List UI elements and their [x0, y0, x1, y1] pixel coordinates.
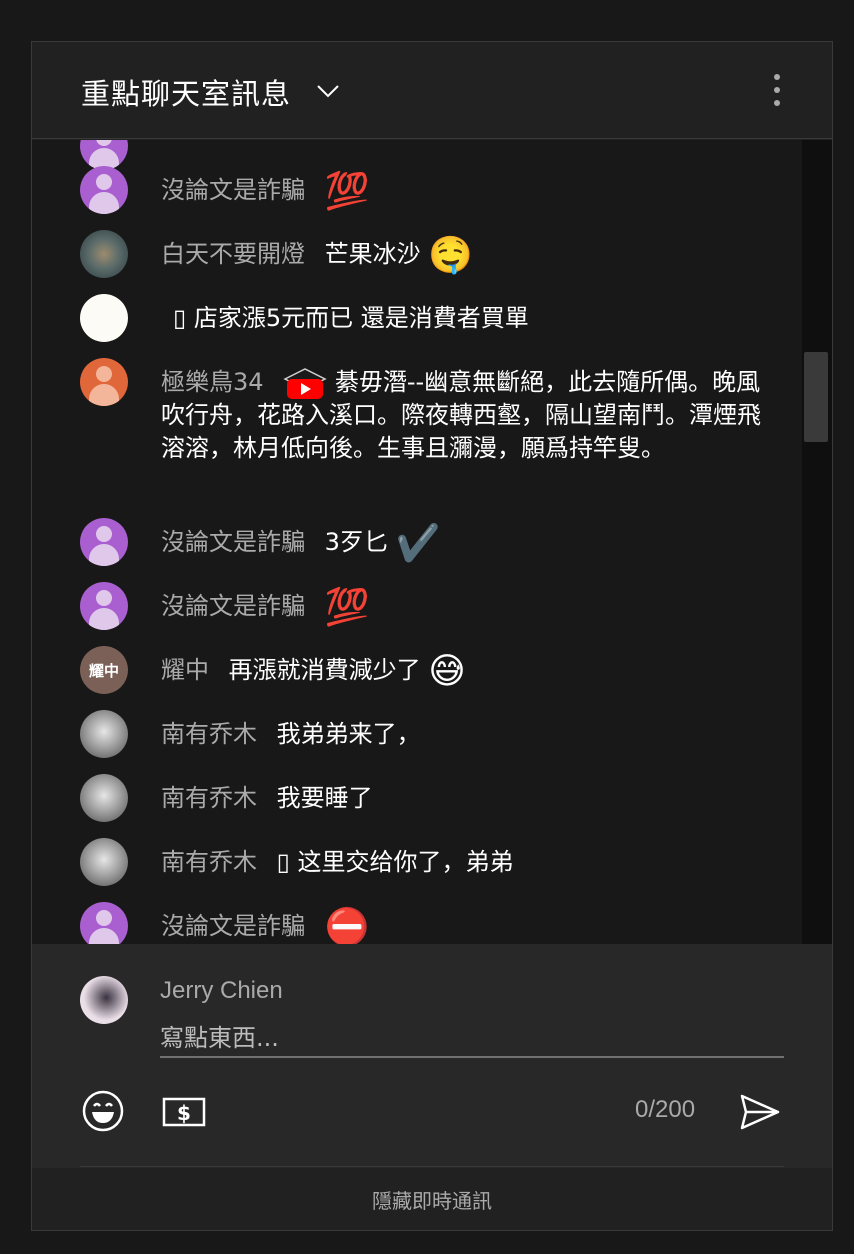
chat-mode-dropdown[interactable]: 重點聊天室訊息	[81, 71, 291, 113]
message-author[interactable]: 南有乔木	[161, 848, 257, 876]
live-chat-panel: 重點聊天室訊息 沒論文是詐騙 💯 白天不要開燈 芒果冰沙 🤤 ▯ 店家漲5元而已…	[31, 41, 833, 1231]
chevron-down-icon[interactable]	[315, 78, 341, 104]
chat-message-input[interactable]	[160, 1020, 784, 1058]
message-composer: Jerry Chien $ 0/200	[32, 944, 832, 1168]
message-text: 我弟弟来了，	[276, 720, 421, 748]
character-counter: 0/200	[635, 1096, 696, 1123]
scrollbar-thumb[interactable]	[804, 352, 828, 442]
chat-header: 重點聊天室訊息	[32, 42, 832, 139]
message-author[interactable]: 南有乔木	[161, 720, 257, 748]
youtube-badge-icon	[283, 367, 327, 399]
emoji-picker-icon[interactable]	[80, 1088, 126, 1134]
message-text: 再漲就消費減少了	[228, 656, 421, 684]
hide-chat-label: 隱藏即時通訊	[372, 1188, 492, 1213]
message-text: 芒果冰沙	[324, 240, 421, 268]
kebab-dot	[774, 100, 780, 106]
svg-text:$: $	[177, 1101, 191, 1125]
message-author[interactable]: 沒論文是詐騙	[161, 528, 305, 556]
kebab-dot	[774, 87, 780, 93]
kebab-dot	[774, 74, 780, 80]
avatar[interactable]	[80, 166, 128, 214]
avatar[interactable]	[80, 358, 128, 406]
message-author[interactable]: 耀中	[161, 656, 209, 684]
drooling-face-emoji: 🤤	[428, 234, 474, 276]
message-text: ▯ 店家漲5元而已 還是消費者買單	[173, 304, 529, 332]
chat-mode-title: 重點聊天室訊息	[81, 77, 292, 111]
message-author[interactable]: 沒論文是詐騙	[161, 176, 305, 204]
message-text: 3歹匕	[324, 528, 388, 556]
avatar[interactable]	[80, 774, 128, 822]
message-text: ▯ 这里交给你了，弟弟	[276, 848, 514, 876]
avatar[interactable]	[80, 902, 128, 944]
avatar[interactable]	[80, 294, 128, 342]
divider	[80, 1166, 784, 1167]
no-entry-emoji: ⛔	[324, 906, 370, 944]
current-user-avatar	[80, 976, 128, 1024]
avatar[interactable]: 耀中	[80, 646, 128, 694]
message-author[interactable]: 南有乔木	[161, 784, 257, 812]
avatar[interactable]	[80, 582, 128, 630]
hundred-points-emoji: 💯	[324, 586, 370, 628]
sweat-smile-emoji: 😅	[428, 650, 466, 692]
hundred-points-emoji: 💯	[324, 170, 370, 212]
avatar[interactable]	[80, 838, 128, 886]
scrollbar-track[interactable]	[802, 140, 832, 944]
message-author[interactable]: 白天不要開燈	[161, 240, 305, 268]
current-user-name: Jerry Chien	[160, 977, 283, 1004]
message-author[interactable]: 沒論文是詐騙	[161, 912, 305, 940]
send-icon[interactable]	[738, 1090, 782, 1134]
hide-chat-button[interactable]: 隱藏即時通訊	[32, 1168, 832, 1230]
more-options-button[interactable]	[762, 70, 792, 110]
avatar[interactable]	[80, 230, 128, 278]
message-author[interactable]: 沒論文是詐騙	[161, 592, 305, 620]
avatar[interactable]	[80, 710, 128, 758]
message-author[interactable]: 極樂鳥34	[161, 368, 264, 396]
chat-message-list[interactable]: 沒論文是詐騙 💯 白天不要開燈 芒果冰沙 🤤 ▯ 店家漲5元而已 還是消費者買單	[32, 140, 802, 944]
message-text: 我要睡了	[276, 784, 373, 812]
avatar[interactable]	[80, 518, 128, 566]
check-mark-emoji: ✔️	[395, 522, 441, 564]
super-chat-dollar-icon[interactable]: $	[162, 1097, 206, 1127]
